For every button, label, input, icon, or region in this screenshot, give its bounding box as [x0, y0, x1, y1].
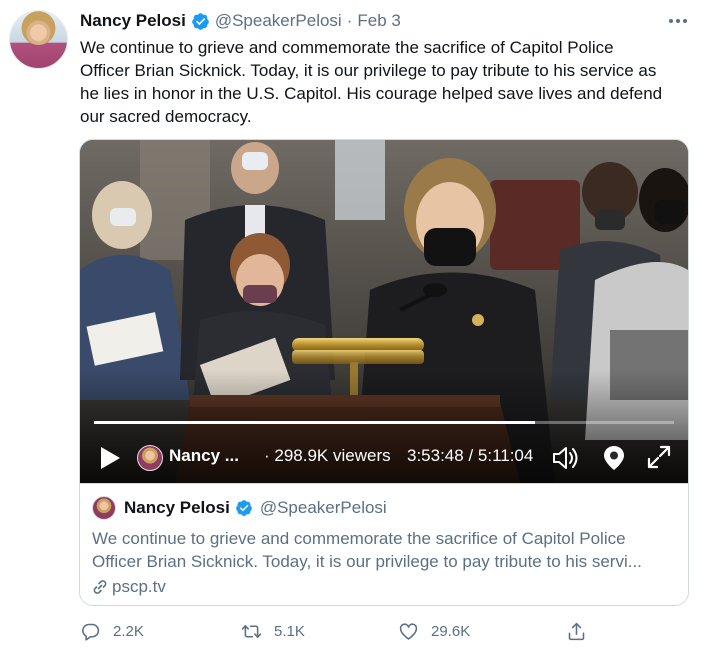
link-preview-avatar	[92, 496, 116, 520]
link-preview-header: Nancy Pelosi @SpeakerPelosi	[92, 496, 387, 520]
retweet-icon	[241, 624, 262, 638]
link-preview-url: pscp.tv	[112, 577, 166, 596]
action-bar: 2.2K 5.1K 29.6K	[80, 620, 600, 642]
video-player[interactable]: Nancy ... · 298.9K viewers 3:53:48 / 5:1…	[80, 140, 688, 483]
avatar[interactable]	[9, 10, 68, 69]
tweet-date[interactable]: Feb 3	[357, 11, 400, 31]
tweet-text-line: We continue to grieve and commemorate th…	[80, 38, 614, 57]
pin-icon[interactable]	[602, 444, 626, 472]
tweet-text-line: Officer Brian Sicknick. Today, it is our…	[80, 61, 657, 80]
author-name[interactable]: Nancy Pelosi	[80, 11, 186, 31]
reply-button[interactable]: 2.2K	[80, 620, 144, 642]
retweet-button[interactable]: 5.1K	[241, 620, 305, 642]
play-icon[interactable]	[98, 445, 122, 471]
retweet-count: 5.1K	[274, 622, 305, 640]
viewer-count: · 298.9K viewers	[264, 446, 391, 465]
more-icon[interactable]	[668, 16, 688, 26]
tweet-header: Nancy Pelosi @SpeakerPelosi · Feb 3	[80, 10, 401, 32]
like-count: 29.6K	[431, 622, 471, 640]
media-card[interactable]: Nancy ... · 298.9K viewers 3:53:48 / 5:1…	[79, 139, 689, 606]
link-preview-text: We continue to grieve and commemorate th…	[92, 527, 682, 573]
video-controls: Nancy ... · 298.9K viewers 3:53:48 / 5:1…	[80, 432, 688, 482]
reply-icon	[82, 623, 100, 641]
link-preview-text-line: Officer Brian Sicknick. Today, it is our…	[92, 552, 642, 571]
tweet-text-line: our sacred democracy.	[80, 107, 252, 126]
video-progress-fill	[94, 421, 535, 424]
share-icon	[568, 622, 585, 640]
verified-icon	[192, 12, 209, 30]
link-preview-author-name: Nancy Pelosi	[124, 498, 230, 517]
separator-dot: ·	[346, 11, 353, 30]
link-preview-text-line: We continue to grieve and commemorate th…	[92, 529, 626, 548]
share-button[interactable]	[566, 620, 599, 642]
video-progress-bar[interactable]	[94, 421, 674, 424]
link-preview-handle: @SpeakerPelosi	[259, 498, 387, 517]
verified-icon	[235, 500, 252, 516]
tweet[interactable]: Nancy Pelosi @SpeakerPelosi · Feb 3 We c…	[0, 0, 707, 648]
playback-time: 3:53:48 / 5:11:04	[407, 446, 534, 465]
broadcaster-avatar[interactable]	[137, 445, 163, 471]
link-preview-domain: pscp.tv	[92, 576, 166, 598]
author-handle[interactable]: @SpeakerPelosi	[215, 11, 342, 31]
link-preview[interactable]: Nancy Pelosi @SpeakerPelosi We continue …	[80, 483, 688, 605]
tweet-text-line: he lies in honor in the U.S. Capitol. Hi…	[80, 84, 663, 103]
reply-count: 2.2K	[113, 622, 144, 640]
like-button[interactable]: 29.6K	[398, 620, 470, 642]
broadcaster-name[interactable]: Nancy ...	[169, 446, 239, 466]
expand-icon[interactable]	[646, 444, 672, 470]
tweet-text: We continue to grieve and commemorate th…	[80, 36, 690, 128]
like-icon	[399, 622, 418, 640]
volume-icon[interactable]	[551, 444, 579, 472]
link-icon	[93, 580, 107, 594]
